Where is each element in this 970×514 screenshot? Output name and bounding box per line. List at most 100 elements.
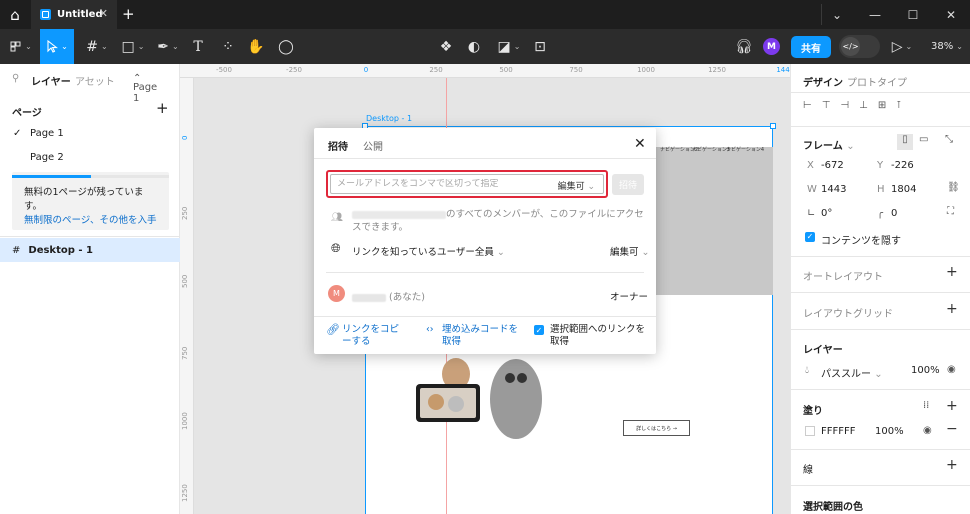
dev-mode-toggle[interactable]: </> — [839, 35, 880, 58]
x-label: X — [807, 160, 814, 171]
copy-link-button[interactable]: リンクをコピーする — [342, 324, 408, 348]
permission-select[interactable]: 編集可 ⌄ — [558, 179, 595, 192]
independent-corners-icon[interactable]: ⛶ — [947, 206, 954, 217]
dropdown-icon[interactable]: ⌄ — [818, 0, 856, 29]
resize-handle[interactable] — [770, 123, 776, 129]
move-tool-button[interactable]: ⌄ — [40, 29, 74, 64]
pages-progress-bar — [12, 175, 169, 178]
minimize-button[interactable]: — — [856, 0, 894, 29]
file-tab[interactable]: Untitled ✕ — [31, 0, 117, 29]
add-fill-button[interactable]: + — [946, 398, 958, 414]
permission-value: 編集可 — [557, 182, 585, 192]
boolean-icon: ◪ — [497, 38, 511, 55]
hand-tool-button[interactable]: ✋ — [246, 29, 266, 64]
page-item-page-1[interactable]: ✓ Page 1 — [0, 121, 180, 145]
component-button[interactable]: ❖ — [436, 29, 456, 64]
clip-content-checkbox[interactable]: ✓ — [805, 232, 815, 242]
add-page-button[interactable]: + — [156, 99, 169, 117]
close-icon[interactable]: ✕ — [634, 136, 646, 152]
embed-code-button[interactable]: 埋め込みコードを取得 — [442, 324, 518, 348]
tab-close-icon[interactable]: ✕ — [99, 7, 108, 20]
layer-opacity-input[interactable]: 100% — [911, 365, 940, 376]
layer-item-desktop-1[interactable]: # Desktop - 1 — [0, 238, 180, 262]
resources-button[interactable]: ⁘ — [218, 29, 238, 64]
page-dropdown-label: Page 1 — [133, 82, 158, 104]
page-item-page-2[interactable]: Page 2 — [0, 145, 180, 169]
audio-button[interactable]: 🎧︎ — [734, 29, 754, 64]
upgrade-link[interactable]: 無制限のページ、その他を入手 — [24, 215, 157, 226]
add-tab-button[interactable]: + — [122, 5, 135, 23]
crop-button[interactable]: ⊡ — [530, 29, 550, 64]
corner-radius-icon: ╭ — [877, 208, 884, 219]
x-input[interactable]: -672 — [821, 160, 844, 171]
mask-button[interactable]: ◐ — [464, 29, 484, 64]
shape-tool-button[interactable]: □ ⌄ — [116, 29, 150, 64]
share-button[interactable]: 共有 — [791, 36, 831, 58]
h-input[interactable]: 1804 — [891, 184, 916, 195]
selection-link-checkbox[interactable]: ✓ — [534, 325, 544, 335]
maximize-button[interactable]: ☐ — [894, 0, 932, 29]
fill-hex-input[interactable]: FFFFFF — [821, 426, 856, 437]
comment-tool-button[interactable]: ◯ — [276, 29, 296, 64]
rotation-input[interactable]: 0° — [821, 208, 832, 219]
y-input[interactable]: -226 — [891, 160, 914, 171]
fill-swatch[interactable] — [805, 426, 815, 436]
pets-image — [416, 358, 542, 439]
frame-label[interactable]: Desktop - 1 — [366, 114, 412, 123]
close-window-button[interactable]: ✕ — [932, 0, 970, 29]
frame-tool-button[interactable]: # ⌄ — [80, 29, 114, 64]
add-stroke-button[interactable]: + — [946, 457, 958, 473]
tab-prototype[interactable]: プロトタイプ — [847, 74, 907, 89]
invite-button[interactable]: 招待 — [612, 174, 644, 195]
tab-assets[interactable]: アセット — [75, 73, 115, 88]
pen-tool-button[interactable]: ✒ ⌄ — [151, 29, 185, 64]
auto-layout-label: オートレイアウト — [803, 272, 883, 283]
constrain-proportions-icon[interactable]: ⛓︎ — [947, 182, 960, 193]
align-icons[interactable]: ⊢⊤⊣⊥⊞⊺ — [803, 100, 963, 111]
boolean-button[interactable]: ◪ ⌄ — [494, 29, 524, 64]
left-panel-tabs: ⚲ レイヤー アセット Page 1 ⌃ — [0, 64, 180, 104]
w-input[interactable]: 1443 — [821, 184, 846, 195]
progress-fill — [12, 175, 91, 178]
remove-fill-button[interactable]: − — [946, 421, 958, 437]
eye-icon[interactable]: ◉ — [923, 425, 932, 436]
user-avatar[interactable]: M — [763, 38, 780, 55]
fill-section-label: 塗り — [803, 406, 823, 417]
blend-mode-select[interactable]: パススルー ⌄ — [821, 365, 883, 380]
add-layout-grid-button[interactable]: + — [946, 301, 958, 317]
link-access-select[interactable]: リンクを知っているユーザー全員 ⌄ — [352, 244, 505, 258]
page-dropdown[interactable]: Page 1 ⌃ — [133, 73, 157, 104]
search-layers-icon[interactable]: ⚲ — [12, 73, 19, 84]
link-permission-select[interactable]: 編集可 ⌄ — [610, 244, 650, 258]
divider — [791, 126, 970, 127]
email-highlight: 編集可 ⌄ — [326, 170, 608, 198]
tab-design[interactable]: デザイン — [803, 74, 843, 89]
present-button[interactable]: ▷ ⌄ — [891, 29, 913, 64]
share-dialog: 招待 公開 ✕ 編集可 ⌄ 招待 👥︎ のすべてのメンバーが、このファイルにアク… — [314, 128, 656, 354]
code-icon: </> — [841, 37, 860, 56]
divider — [791, 92, 970, 93]
rotation-icon: ∟ — [807, 208, 816, 219]
zoom-control[interactable]: 38% ⌄ — [928, 29, 966, 64]
ruler-tick: 0 — [181, 135, 189, 140]
text-tool-button[interactable]: T — [188, 29, 208, 64]
check-icon: ✓ — [13, 127, 22, 139]
tab-publish[interactable]: 公開 — [363, 138, 383, 153]
add-auto-layout-button[interactable]: + — [946, 264, 958, 280]
style-grid-icon[interactable]: ⁞⁞ — [923, 400, 929, 411]
landscape-icon[interactable]: ▭ — [919, 134, 928, 145]
divider — [791, 256, 970, 257]
fill-opacity-input[interactable]: 100% — [875, 426, 904, 437]
home-icon[interactable]: ⌂ — [0, 0, 30, 29]
w-label: W — [807, 184, 817, 195]
email-input[interactable] — [337, 179, 537, 189]
ruler-tick: 1000 — [637, 66, 655, 74]
portrait-icon[interactable]: ▯ — [897, 134, 913, 150]
resize-to-fit-icon[interactable]: ⤡ — [945, 134, 953, 145]
radius-input[interactable]: 0 — [891, 208, 897, 219]
frame-section-label[interactable]: フレーム ⌄ — [803, 137, 855, 152]
tab-layers[interactable]: レイヤー — [31, 73, 71, 88]
eye-icon[interactable]: ◉ — [947, 364, 956, 375]
main-menu-button[interactable]: ⌄ — [4, 29, 38, 64]
tab-invite[interactable]: 招待 — [328, 138, 348, 153]
